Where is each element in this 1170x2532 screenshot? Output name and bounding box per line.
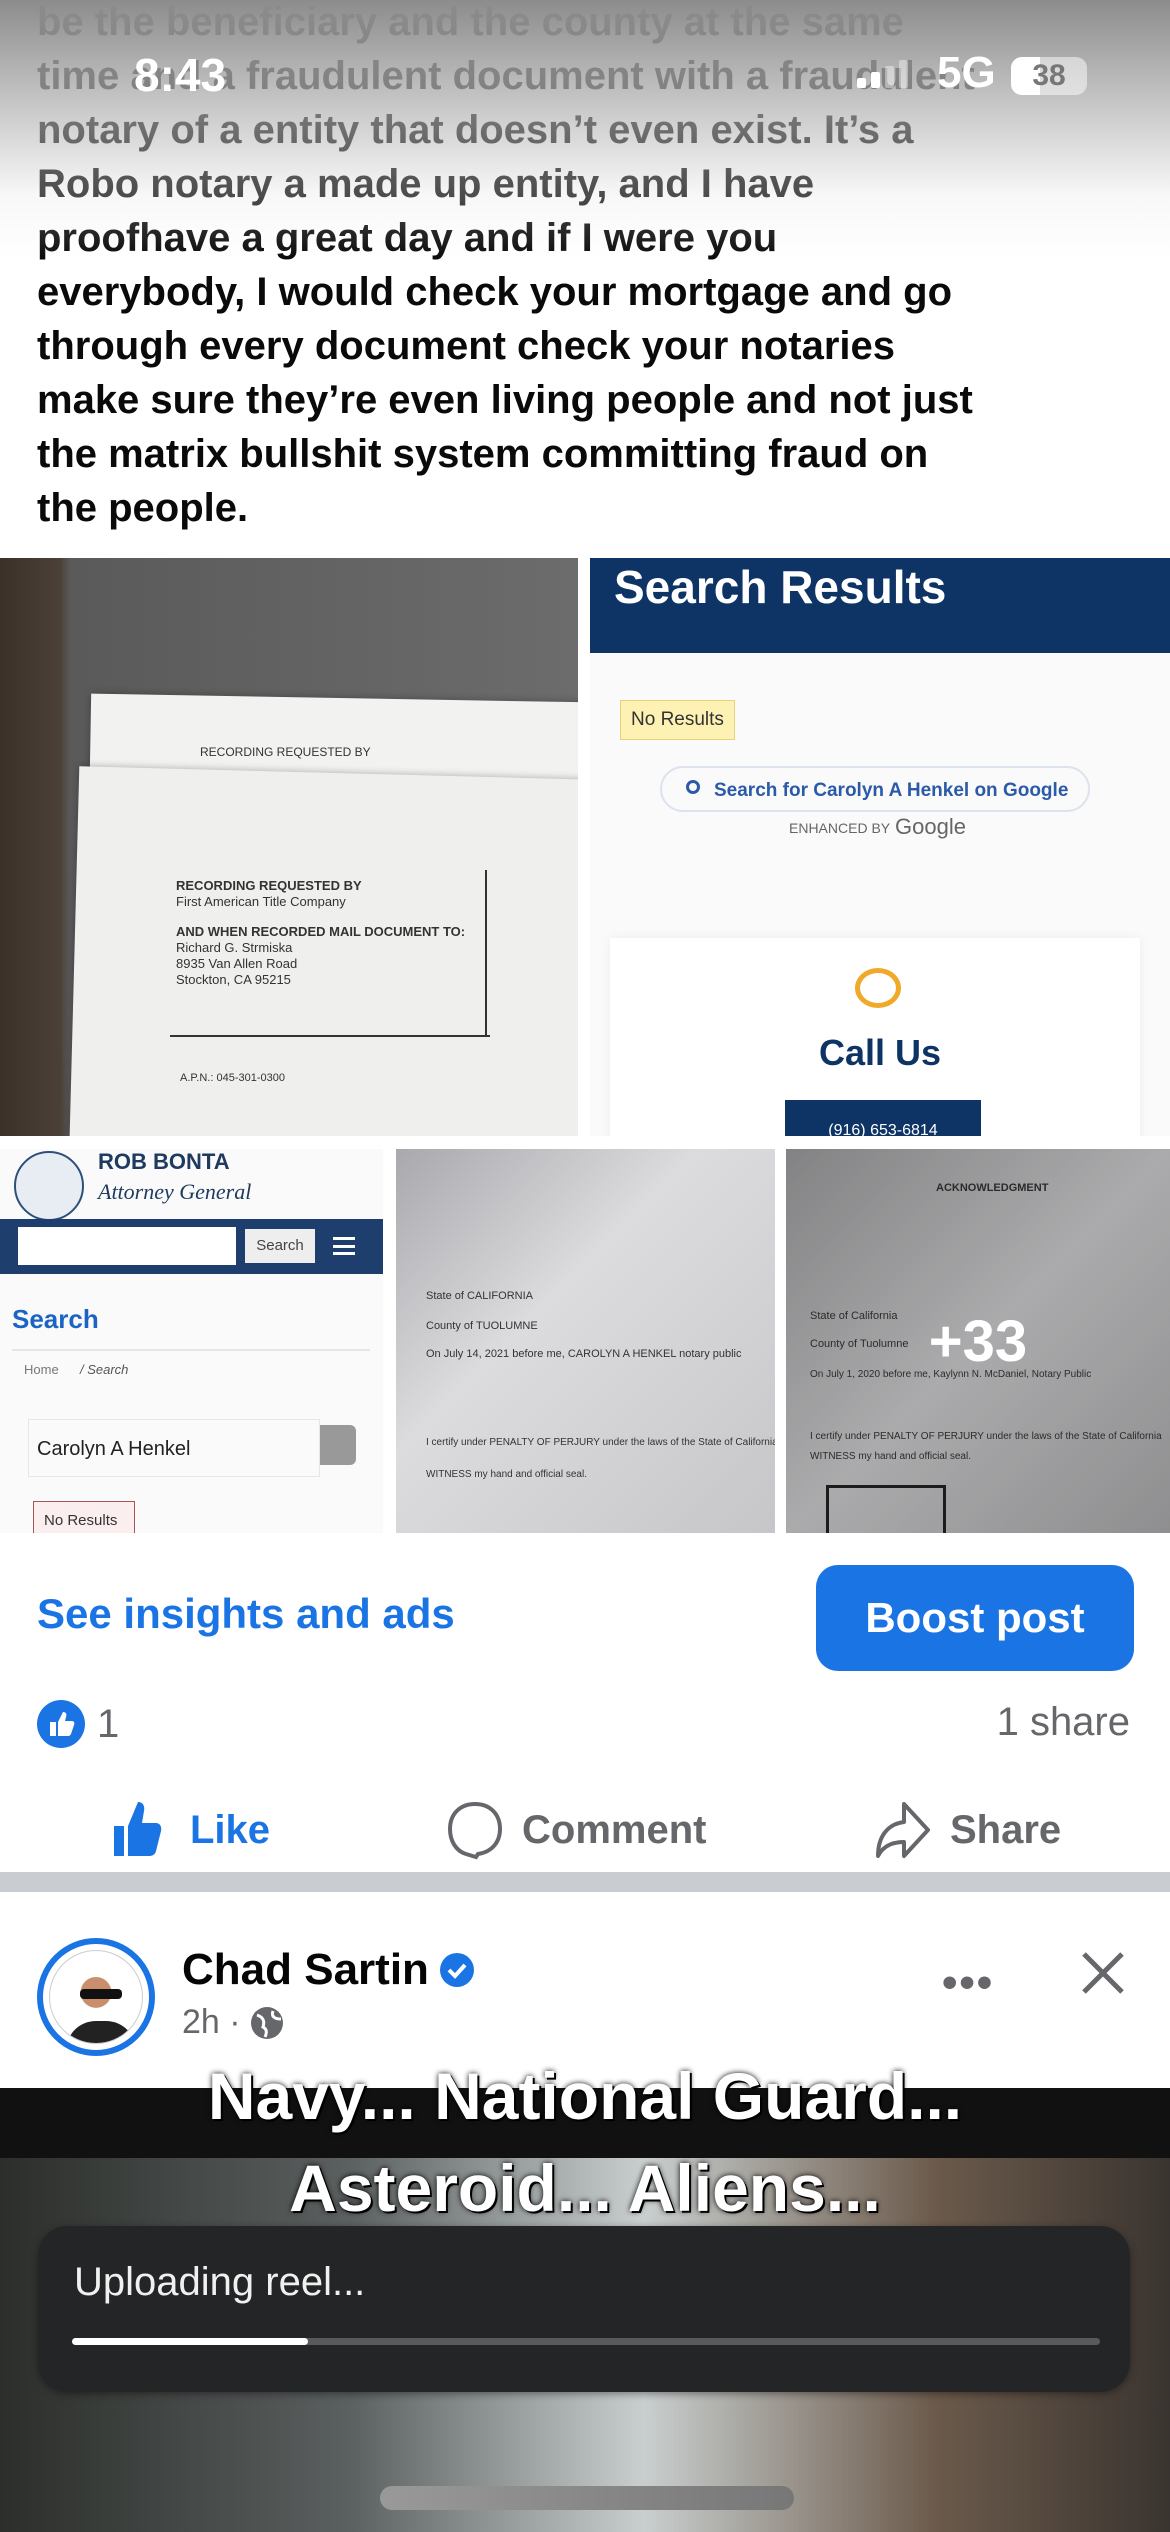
photo-attorney-general-search[interactable]: ROB BONTA Attorney General Search Search… — [0, 1149, 383, 1533]
crumb-current: / Search — [80, 1362, 129, 1377]
doc-text: State of CALIFORNIA — [426, 1290, 533, 1302]
post-text-line: time and a fraudulent document with a fr… — [37, 54, 975, 98]
verified-badge-icon — [439, 1953, 474, 1987]
doc-text: On July 14, 2021 before me, CAROLYN A HE… — [426, 1348, 742, 1360]
post-text: be the beneficiary and the county at the… — [37, 0, 1157, 535]
ag-query-field: Carolyn A Henkel — [28, 1419, 320, 1477]
ag-title: Attorney General — [98, 1179, 252, 1204]
post-text-line: everybody, I would check your mortgage a… — [37, 270, 952, 314]
photo-notary-document[interactable]: State of CALIFORNIA County of TUOLUMNE O… — [396, 1149, 775, 1533]
upload-toast: Uploading reel... — [38, 2226, 1130, 2392]
google-search-link: Search for Carolyn A Henkel on Google — [660, 766, 1090, 812]
post-text-line: proofhave a great day and if I were you — [37, 216, 778, 260]
upload-progress-fill — [72, 2338, 309, 2345]
post-text-line: the people. — [37, 486, 249, 530]
more-photos-count[interactable]: +33 — [786, 1149, 1170, 1533]
author-name[interactable]: Chad Sartin — [182, 1945, 429, 1995]
close-icon[interactable] — [1080, 1950, 1126, 1996]
doc-text: I certify under PENALTY OF PERJURY under… — [426, 1437, 775, 1448]
like-reaction-icon — [37, 1700, 85, 1748]
share-label: Share — [950, 1807, 1062, 1852]
upload-progress-bar — [72, 2338, 1100, 2345]
no-results-badge: No Results — [620, 700, 735, 740]
comment-icon — [447, 1801, 503, 1860]
home-indicator[interactable] — [380, 2486, 794, 2510]
video-caption: Navy... National Guard... — [207, 2059, 963, 2133]
doc-text: AND WHEN RECORDED MAIL DOCUMENT TO: — [176, 924, 466, 939]
globe-icon — [250, 2006, 283, 2039]
author-name-row[interactable]: Chad Sartin — [182, 1945, 475, 1995]
share-icon — [876, 1802, 930, 1858]
crumb-home: Home — [24, 1362, 59, 1377]
call-us: Call Us — [818, 1032, 942, 1073]
share-count[interactable]: 1 share — [997, 1700, 1130, 1745]
post-actions: Like Comment Share — [0, 1790, 1170, 1870]
state-seal-icon — [14, 1151, 84, 1221]
phone-button: (916) 653-6814 — [785, 1100, 981, 1136]
comment-button[interactable]: Comment — [446, 1790, 706, 1870]
screenshot-title: Search Results — [614, 561, 947, 613]
post-text-line: make sure they’re even living people and… — [37, 378, 973, 422]
post-text-line: be the beneficiary and the county at the… — [37, 0, 904, 44]
google-logo: Google — [895, 814, 966, 839]
doc-text: First American Title Company — [176, 894, 346, 909]
feed-divider — [0, 1872, 1170, 1892]
post-text-line: Robo notary a made up entity, and I have — [37, 162, 815, 206]
doc-text: County of TUOLUMNE — [426, 1320, 538, 1332]
doc-text: WITNESS my hand and official seal. — [426, 1469, 587, 1480]
reaction-summary[interactable]: 1 — [37, 1700, 119, 1748]
photo-acknowledgment-more[interactable]: ACKNOWLEDGMENT State of California Count… — [786, 1149, 1170, 1533]
ag-search-button: Search — [245, 1229, 315, 1263]
more-options-icon[interactable]: ••• — [942, 1958, 994, 2008]
chat-icon — [855, 968, 901, 1008]
share-button[interactable]: Share — [874, 1790, 1061, 1870]
photo-search-results[interactable]: Search Results No Results Search for Car… — [590, 558, 1170, 1136]
video-caption: Asteroid... Aliens... — [289, 2151, 881, 2225]
ag-search-heading: Search — [12, 1304, 99, 1334]
doc-text: 8935 Van Allen Road — [176, 956, 298, 971]
search-icon — [686, 780, 700, 794]
doc-text: RECORDING REQUESTED BY — [176, 878, 362, 893]
ag-no-results: No Results — [33, 1501, 135, 1533]
ag-name: ROB BONTA — [98, 1149, 230, 1174]
menu-icon — [333, 1237, 355, 1255]
like-button[interactable]: Like — [112, 1790, 270, 1870]
photo-envelope[interactable]: RECORDING REQUESTED BY RECORDING REQUEST… — [0, 558, 578, 1136]
enhanced-by: ENHANCED BY — [789, 820, 891, 836]
doc-text: RECORDING REQUESTED BY — [200, 745, 371, 759]
upload-label: Uploading reel... — [74, 2260, 366, 2304]
thumbs-up-icon — [114, 1802, 162, 1856]
doc-text: Richard G. Strmiska — [176, 940, 293, 955]
author-avatar[interactable] — [37, 1938, 155, 2056]
sunglasses — [80, 1989, 122, 1999]
post-meta: 2h · — [182, 2003, 285, 2042]
comment-label: Comment — [522, 1807, 707, 1852]
doc-text: Stockton, CA 95215 — [176, 972, 291, 987]
like-label: Like — [190, 1807, 271, 1852]
boost-post-button[interactable]: Boost post — [816, 1565, 1134, 1671]
see-insights-link[interactable]: See insights and ads — [37, 1590, 455, 1638]
post-text-line: through every document check your notari… — [37, 324, 895, 368]
reaction-count: 1 — [97, 1701, 120, 1746]
doc-text: A.P.N.: 045-301-0300 — [180, 1072, 285, 1084]
post-text-line: the matrix bullshit system committing fr… — [37, 432, 929, 476]
post-text-line: notary of a entity that doesn’t even exi… — [37, 108, 914, 152]
post-time: 2h · — [182, 2003, 241, 2041]
